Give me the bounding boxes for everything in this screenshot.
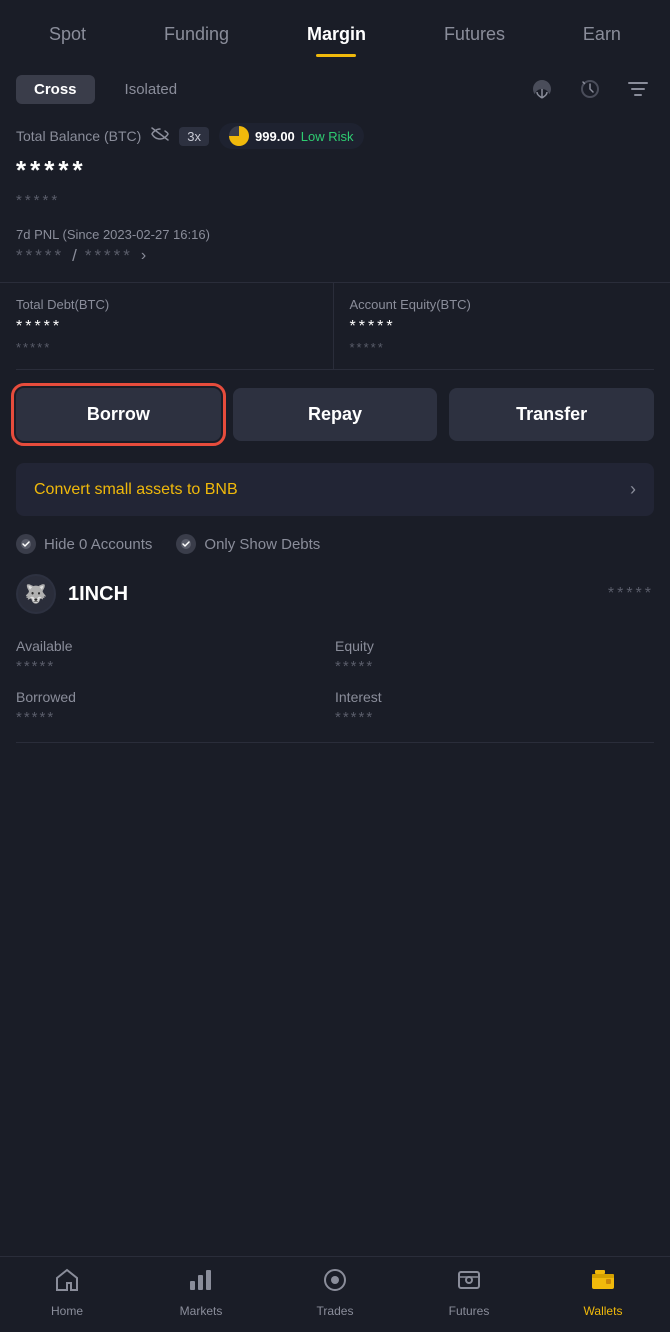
asset-name-group: 🐺 1INCH [16,574,128,614]
home-icon [54,1267,80,1300]
bottom-nav-home[interactable]: Home [27,1267,107,1318]
history-icon[interactable] [574,73,606,105]
trades-icon [322,1267,348,1300]
futures-icon [456,1267,482,1300]
pnl-stars-2: ***** [85,246,133,266]
equity-column: Account Equity(BTC) ***** ***** [334,283,655,369]
debt-column: Total Debt(BTC) ***** ***** [16,283,334,369]
markets-label: Markets [180,1304,223,1318]
asset-row-1inch: 🐺 1INCH ***** [16,574,654,622]
svg-text:🐺: 🐺 [25,583,47,604]
available-value: ***** [16,658,335,675]
toggle-group: Cross Isolated [16,75,526,104]
interest-label: Interest [335,689,654,705]
pnl-separator: / [72,246,77,266]
balance-label: Total Balance (BTC) [16,128,141,144]
wallets-label: Wallets [584,1304,623,1318]
pnl-label: 7d PNL (Since 2023-02-27 16:16) [16,227,654,242]
risk-label: Low Risk [301,129,354,144]
pnl-row: ***** / ***** › [16,246,654,266]
tab-futures[interactable]: Futures [434,16,515,53]
bottom-nav-wallets[interactable]: Wallets [563,1267,643,1318]
risk-icon [229,126,249,146]
settings-icon[interactable] [622,73,654,105]
asset-name-label: 1INCH [68,583,128,606]
borrowed-value: ***** [16,709,335,726]
show-debts-filter[interactable]: Only Show Debts [176,534,320,554]
markets-icon [188,1267,214,1300]
hide-accounts-check [16,534,36,554]
tab-spot[interactable]: Spot [39,16,96,53]
bottom-nav-trades[interactable]: Trades [295,1267,375,1318]
hide-balance-icon[interactable] [151,127,169,146]
debt-label: Total Debt(BTC) [16,297,321,312]
risk-badge: 999.00 Low Risk [219,123,364,149]
equity-value: ***** [335,658,654,675]
isolated-toggle[interactable]: Isolated [107,75,196,104]
futures-label: Futures [449,1304,490,1318]
trades-label: Trades [317,1304,354,1318]
hide-accounts-label: Hide 0 Accounts [44,536,152,553]
top-navigation: Spot Funding Margin Futures Earn [0,0,670,53]
equity-label: Equity [335,638,654,654]
yield-icon[interactable] [526,73,558,105]
hide-accounts-filter[interactable]: Hide 0 Accounts [16,534,152,554]
asset-details: Available ***** Equity ***** Borrowed **… [16,638,654,743]
balance-label-row: Total Balance (BTC) 3x 999.00 Low Risk [16,123,654,149]
convert-text: Convert small assets to BNB [34,481,238,499]
cross-toggle[interactable]: Cross [16,75,95,104]
filter-row: Hide 0 Accounts Only Show Debts [16,534,654,554]
equity-sub-stars: ***** [350,340,655,355]
equity-detail: Equity ***** [335,638,654,675]
repay-button[interactable]: Repay [233,388,438,441]
convert-arrow-icon: › [630,479,636,500]
bottom-nav-futures[interactable]: Futures [429,1267,509,1318]
pnl-stars-1: ***** [16,246,64,266]
interest-value: ***** [335,709,654,726]
pnl-arrow-icon[interactable]: › [141,247,146,265]
action-buttons: Borrow Repay Transfer [16,370,654,459]
equity-stars: ***** [350,318,655,336]
borrowed-detail: Borrowed ***** [16,689,335,726]
borrowed-label: Borrowed [16,689,335,705]
tab-earn[interactable]: Earn [573,16,631,53]
risk-value: 999.00 [255,129,295,144]
asset-balance-stars: ***** [608,585,654,603]
tab-margin[interactable]: Margin [297,16,376,53]
available-label: Available [16,638,335,654]
show-debts-label: Only Show Debts [204,536,320,553]
debt-stars: ***** [16,318,321,336]
home-label: Home [51,1304,83,1318]
balance-stars: ***** [16,155,654,186]
tab-funding[interactable]: Funding [154,16,239,53]
bottom-navigation: Home Markets Trades Future [0,1256,670,1332]
balance-sub-stars: ***** [16,192,654,209]
leverage-badge: 3x [179,127,209,146]
convert-banner[interactable]: Convert small assets to BNB › [16,463,654,516]
debt-sub-stars: ***** [16,340,321,355]
bottom-nav-markets[interactable]: Markets [161,1267,241,1318]
equity-label: Account Equity(BTC) [350,297,655,312]
wallets-icon [590,1267,616,1300]
account-type-row: Cross Isolated [16,73,654,105]
show-debts-check [176,534,196,554]
interest-detail: Interest ***** [335,689,654,726]
available-detail: Available ***** [16,638,335,675]
borrow-button[interactable]: Borrow [16,388,221,441]
asset-icon-1inch: 🐺 [16,574,56,614]
icon-group [526,73,654,105]
transfer-button[interactable]: Transfer [449,388,654,441]
debt-equity-row: Total Debt(BTC) ***** ***** Account Equi… [16,283,654,370]
